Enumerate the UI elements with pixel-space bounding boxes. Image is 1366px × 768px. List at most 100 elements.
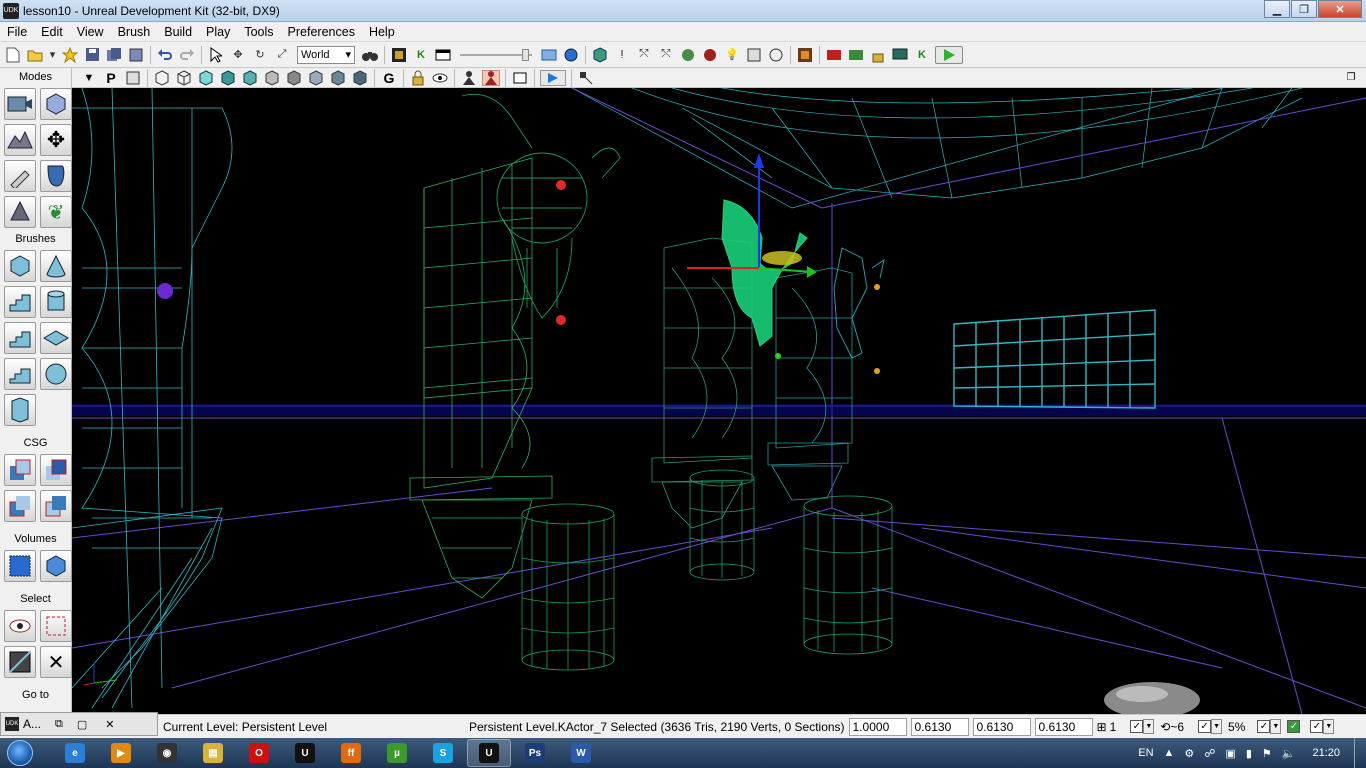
maximize-viewport-icon[interactable] (511, 70, 529, 86)
texture-density-icon[interactable] (307, 69, 325, 86)
deselect-button[interactable]: ✕ (40, 646, 72, 678)
csg-intersect-button[interactable] (4, 490, 36, 522)
mesh-paint-button[interactable] (40, 160, 72, 192)
drag-grid-scale-field[interactable]: 1.0000 (848, 717, 907, 736)
grid-snap-dropdown[interactable]: ▼ (1143, 719, 1155, 734)
vertex-snap-checkbox[interactable]: ✓ (1310, 720, 1324, 733)
taskbar-udk-editor-button[interactable]: U (283, 739, 327, 767)
linear-stair-brush-button[interactable] (4, 322, 36, 354)
tray-tool-icon[interactable]: ⚙ (1184, 747, 1194, 760)
curved-stair-brush-button[interactable] (4, 286, 36, 318)
menu-edit[interactable]: Edit (34, 25, 70, 39)
clock[interactable]: 21:20 (1312, 747, 1340, 759)
selected-actor-icon[interactable] (482, 69, 500, 86)
coordinate-system-select[interactable]: World ▾ (297, 45, 355, 64)
undo-icon[interactable] (156, 46, 174, 64)
perspective-viewport[interactable] (72, 88, 1366, 714)
slider-thumb[interactable] (522, 48, 529, 61)
open-dropdown-icon[interactable]: ▾ (48, 46, 57, 64)
taskbar-media-player-button[interactable]: ▶ (99, 739, 143, 767)
play-on-pc-icon[interactable] (796, 46, 814, 64)
menu-brush[interactable]: Brush (111, 25, 158, 39)
new-file-icon[interactable] (4, 46, 22, 64)
taskbar-udk-active-button[interactable]: U (467, 739, 511, 767)
unlit-icon[interactable] (197, 69, 215, 86)
rotation-snap-dropdown[interactable]: ▼ (1211, 719, 1223, 734)
lit-icon[interactable] (219, 69, 237, 86)
csg-subtract-button[interactable] (40, 454, 72, 486)
show-selected-button[interactable] (4, 610, 36, 642)
foliage-mode-button[interactable]: ❦ (40, 196, 72, 228)
spiral-stair-brush-button[interactable] (4, 358, 36, 390)
sphere-brush-button[interactable] (40, 358, 72, 390)
scale-icon[interactable]: ⤢ (273, 46, 291, 64)
swarm-icon[interactable] (745, 46, 763, 64)
content-browser-icon[interactable] (390, 46, 408, 64)
scale-y-field[interactable]: 0.6130 (972, 717, 1031, 736)
camera-speed-slider[interactable] (460, 48, 532, 62)
detail-lighting-icon[interactable] (241, 69, 259, 86)
open-folder-icon[interactable] (26, 46, 44, 64)
select-arrow-icon[interactable] (207, 46, 225, 64)
save-icon[interactable] (83, 46, 101, 64)
taskbar-opera-button[interactable]: O (237, 739, 281, 767)
grid-snap-checkbox[interactable]: ✓ (1130, 720, 1144, 733)
taskbar-game-app-button[interactable]: ◉ (145, 739, 189, 767)
volume-shape-button[interactable] (40, 550, 72, 582)
taskbar-file-explorer-button[interactable]: ▤ (191, 739, 235, 767)
texture-paint-button[interactable] (4, 160, 36, 192)
play-in-viewport-icon[interactable] (540, 69, 566, 86)
hide-selected-button[interactable] (40, 610, 72, 642)
mesh-view-icon[interactable] (540, 46, 558, 64)
mini-maximize-icon[interactable]: ▢ (77, 718, 87, 731)
menu-preferences[interactable]: Preferences (281, 25, 362, 39)
action-center-flag-icon[interactable]: ⚑ (1262, 747, 1272, 760)
terrain-mode-button[interactable] (4, 124, 36, 156)
play-mobile-icon[interactable] (847, 46, 865, 64)
mini-close-icon[interactable]: ✕ (105, 718, 114, 731)
lock-selection-icon[interactable] (409, 70, 427, 86)
volumetric-brush-button[interactable] (4, 394, 36, 426)
cone-brush-button[interactable] (40, 250, 72, 282)
build-all-icon[interactable] (679, 46, 697, 64)
vertex-snap-dropdown[interactable]: ▼ (1323, 719, 1335, 734)
taskbar-firefox-button[interactable]: ff (329, 739, 373, 767)
actor-icon[interactable] (460, 70, 478, 86)
tray-torrent-icon[interactable]: ☍ (1204, 747, 1215, 760)
lighting-only-icon[interactable] (263, 69, 281, 86)
save-current-icon[interactable] (127, 46, 145, 64)
translate-icon[interactable]: ✥ (229, 46, 247, 64)
light-complexity-icon[interactable] (285, 69, 303, 86)
cube-brush-button[interactable] (4, 250, 36, 282)
network-icon[interactable]: ▮ (1246, 747, 1252, 760)
play-in-editor-icon[interactable] (935, 45, 963, 64)
show-desktop-button[interactable] (1354, 738, 1366, 768)
select-inverse-button[interactable] (4, 646, 36, 678)
taskbar-internet-explorer-button[interactable]: e (53, 739, 97, 767)
cylinder-brush-button[interactable] (40, 286, 72, 318)
lock-icon[interactable] (869, 46, 887, 64)
landscape-mode-button[interactable] (4, 196, 36, 228)
taskbar-word-button[interactable]: W (559, 739, 603, 767)
csg-deintersect-button[interactable] (40, 490, 72, 522)
restore-viewport-icon[interactable]: ❐ (1342, 70, 1360, 86)
add-volume-button[interactable] (4, 550, 36, 582)
show-hidden-icons-icon[interactable]: ▲ (1164, 747, 1175, 759)
brush-wireframe-icon[interactable] (153, 69, 171, 86)
perspective-button[interactable]: P (102, 70, 120, 86)
lighting-quality-icon[interactable] (767, 46, 785, 64)
geometry-mode-button[interactable] (40, 88, 72, 120)
lighting-view-icon[interactable] (562, 46, 580, 64)
light-bulb-icon[interactable]: 💡 (723, 46, 741, 64)
build-paths-icon[interactable]: ⤲ (635, 46, 653, 64)
scale-snap-checkbox[interactable]: ✓ (1257, 720, 1271, 733)
restore-button[interactable]: ❐ (1291, 0, 1317, 18)
save-all-icon[interactable] (105, 46, 123, 64)
redo-icon[interactable] (178, 46, 196, 64)
taskbar-utorrent-button[interactable]: µ (375, 739, 419, 767)
build-lighting-icon[interactable]: ⵑ (613, 46, 631, 64)
game-view-button[interactable]: G (380, 70, 398, 86)
mini-restore-icon[interactable]: ⧉ (55, 718, 63, 731)
menu-play[interactable]: Play (199, 25, 237, 39)
realtime-button[interactable] (124, 70, 142, 86)
